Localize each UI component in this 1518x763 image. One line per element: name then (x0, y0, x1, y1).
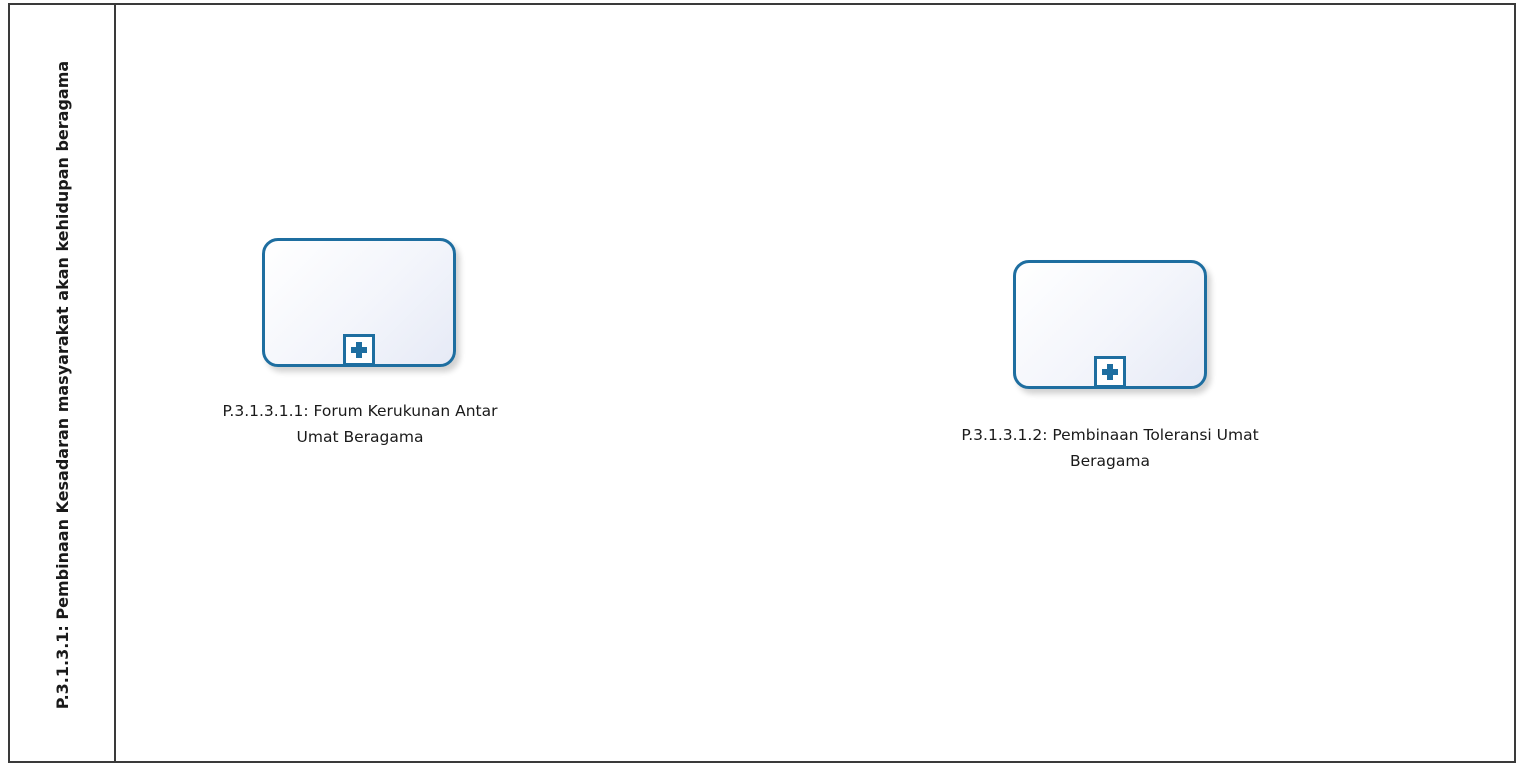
pool-header: P.3.1.3.1: Pembinaan Kesadaran masyaraka… (10, 5, 116, 761)
expand-subprocess-button[interactable] (1094, 356, 1126, 388)
task-label-pembinaan-toleransi: P.3.1.3.1.2: Pembinaan Toleransi Umat Be… (961, 426, 1259, 470)
subprocess-task-pembinaan-toleransi[interactable] (1013, 260, 1207, 389)
pool: P.3.1.3.1: Pembinaan Kesadaran masyaraka… (8, 3, 1516, 763)
task-label-forum-kerukunan: P.3.1.3.1.1: Forum Kerukunan Antar Umat … (222, 402, 498, 446)
pool-title: P.3.1.3.1: Pembinaan Kesadaran masyaraka… (53, 60, 72, 710)
expand-subprocess-button[interactable] (343, 334, 375, 366)
subprocess-task-forum-kerukunan[interactable] (262, 238, 456, 367)
